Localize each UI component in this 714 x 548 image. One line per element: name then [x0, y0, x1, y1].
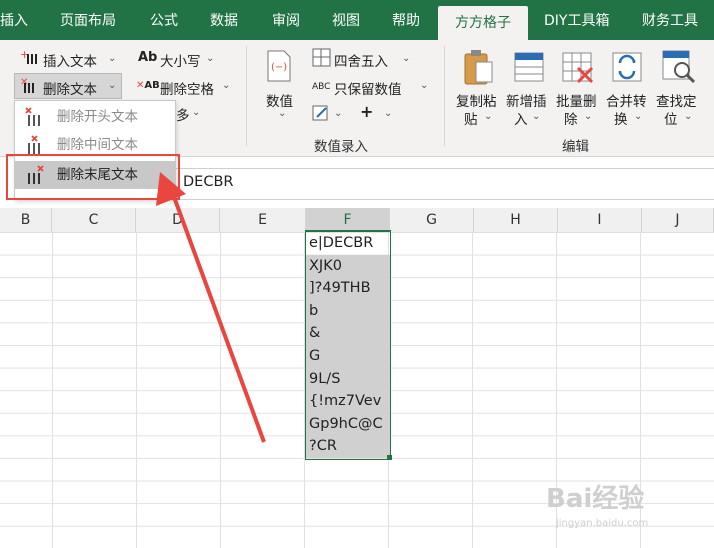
baidu-watermark: Bai经验	[546, 484, 645, 514]
baidu-watermark-url: jingyan.baidu.com	[556, 518, 649, 529]
callout-arrow-icon	[156, 172, 266, 443]
